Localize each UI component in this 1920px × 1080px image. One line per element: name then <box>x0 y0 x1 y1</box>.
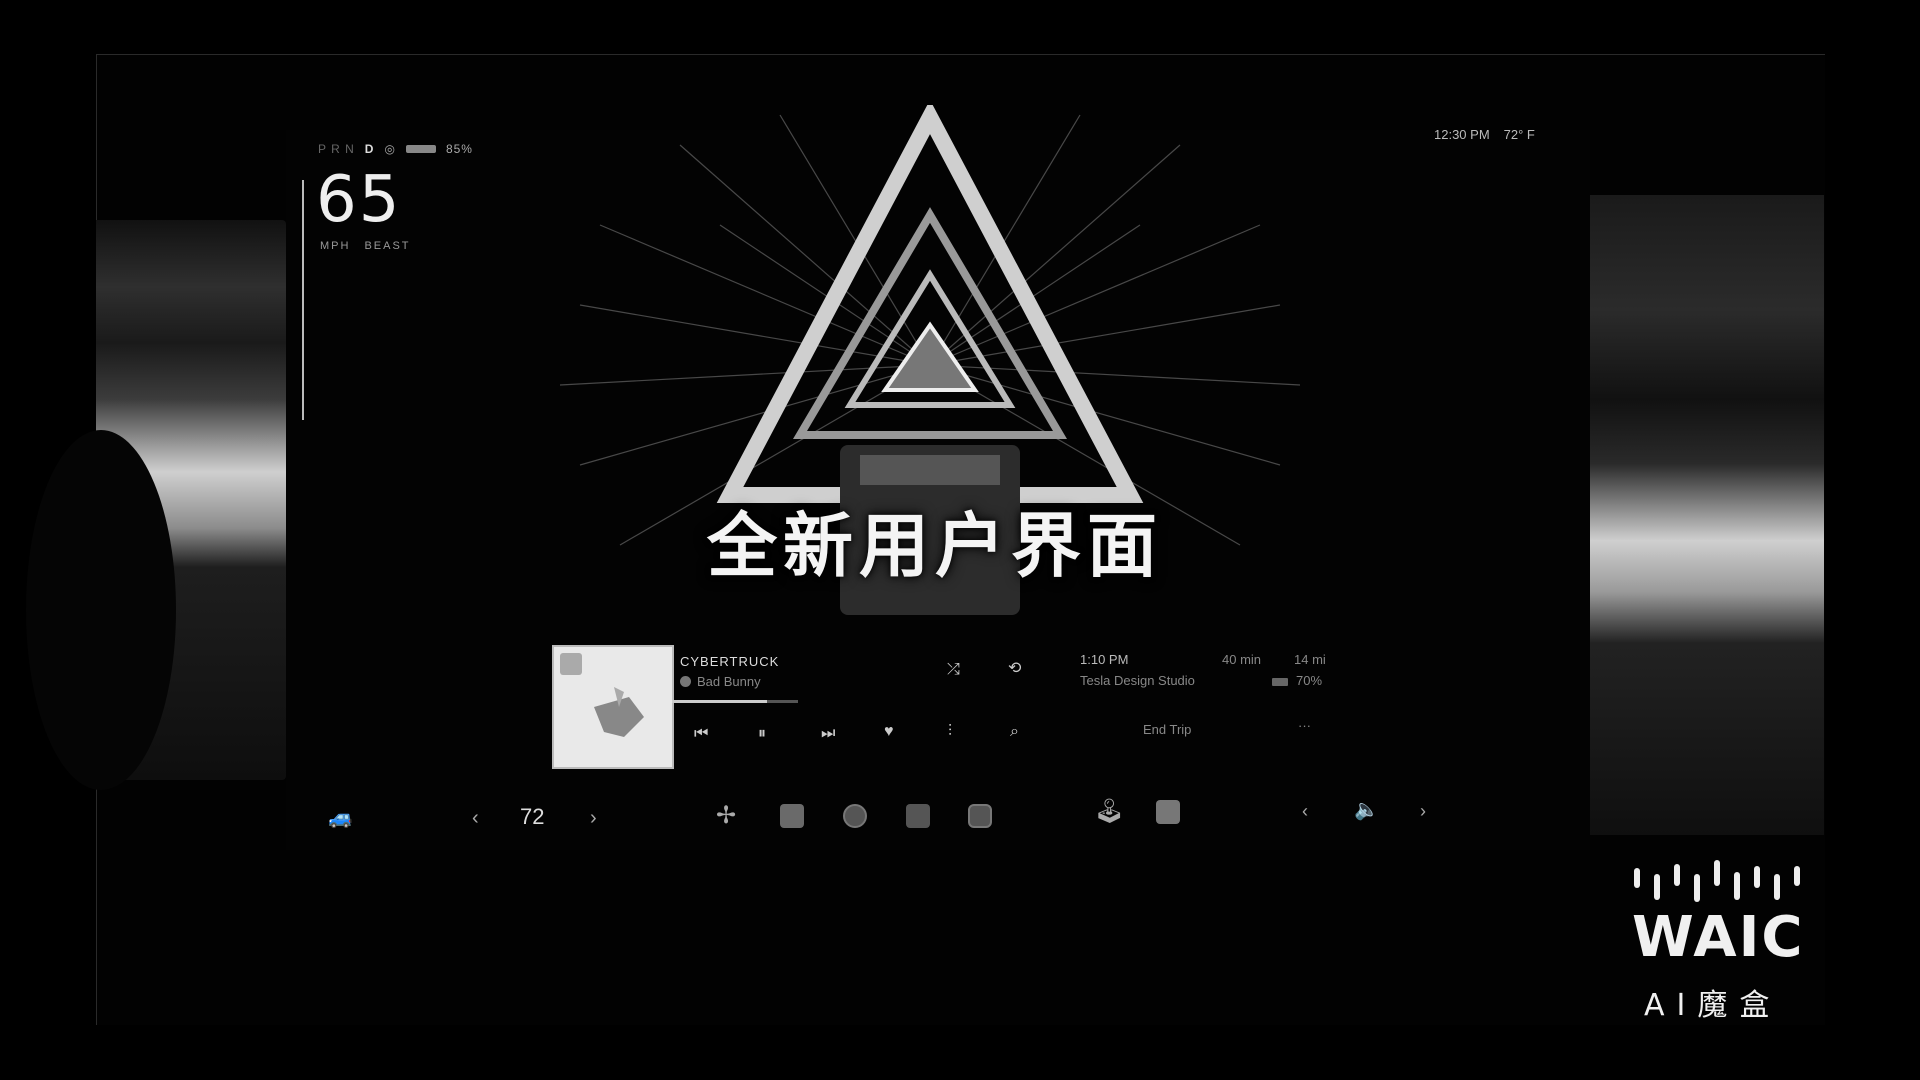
arrival-time: 1:10 PM <box>1080 652 1129 667</box>
speed-unit: MPH <box>320 240 351 252</box>
waic-logo-subtitle: AI魔盒 <box>1644 988 1782 1023</box>
album-art[interactable] <box>552 645 674 769</box>
favorite-heart-icon[interactable]: ♥ <box>884 724 894 740</box>
explicit-badge <box>560 653 582 675</box>
equalizer-icon[interactable]: ⫶ <box>948 724 952 740</box>
media-app-icon[interactable] <box>968 804 992 828</box>
end-trip-button[interactable]: End Trip <box>1143 722 1191 737</box>
battery-icon <box>405 145 436 153</box>
drive-status: P R N D ◎ 85% <box>318 142 473 156</box>
headline-caption: 全新用户界面 <box>707 505 1163 587</box>
repeat-icon[interactable]: ⟲ <box>1008 661 1021 677</box>
speed-readout: 65 <box>316 163 402 237</box>
speed-caption: MPH BEAST <box>320 240 411 252</box>
speed-gauge-line <box>302 180 304 420</box>
artist-name: Bad Bunny <box>697 674 761 689</box>
vehicle-photo-left <box>26 220 286 790</box>
outside-temp: 72° F <box>1503 127 1535 142</box>
trip-destination: Tesla Design Studio <box>1080 673 1195 688</box>
temp-decrease-button[interactable]: ‹ <box>472 808 479 828</box>
vehicle-photo-right <box>1590 195 1824 835</box>
joystick-icon[interactable]: 🕹 <box>1094 800 1124 824</box>
clock: 12:30 PM <box>1434 127 1490 142</box>
inner-triangle-3 <box>881 321 979 392</box>
car-icon[interactable]: 🚙 <box>328 808 353 828</box>
track-progress-bar[interactable] <box>672 700 798 703</box>
battery-mini-icon <box>1272 677 1288 686</box>
camera-app-icon[interactable] <box>843 804 867 828</box>
track-progress-fill <box>672 700 767 703</box>
clock-weather: 12:30 PM 72° F <box>1434 127 1535 142</box>
app-launcher-icon[interactable] <box>906 804 930 828</box>
waic-logo-text: WAIC <box>1632 905 1805 970</box>
temp-increase-button[interactable]: › <box>590 808 597 828</box>
artist-avatar-icon <box>680 676 691 687</box>
shuffle-icon[interactable]: ⤮ <box>947 662 960 678</box>
fan-icon[interactable]: ✢ <box>716 804 736 828</box>
gear-indicator: D <box>364 142 375 156</box>
arrival-battery: 70% <box>1272 673 1322 688</box>
music-app-icon[interactable] <box>780 804 804 828</box>
track-artist: Bad Bunny <box>680 674 761 689</box>
trip-more-button[interactable]: ··· <box>1298 718 1311 733</box>
arrival-battery-value: 70% <box>1296 673 1323 688</box>
drive-mode: BEAST <box>364 240 411 252</box>
volume-icon[interactable]: 🔈 <box>1354 800 1379 820</box>
cabin-temperature: 72 <box>520 804 545 829</box>
trip-distance: 14 mi <box>1294 652 1326 667</box>
pause-icon[interactable]: ⏸ <box>758 726 766 742</box>
trip-duration: 40 min <box>1222 652 1262 667</box>
notification-app-icon[interactable] <box>1156 800 1180 824</box>
track-title: CYBERTRUCK <box>680 654 780 669</box>
battery-percent: 85% <box>445 142 473 156</box>
headlight-icon: ◎ <box>384 142 396 156</box>
volume-down-button[interactable]: ‹ <box>1302 802 1308 820</box>
volume-up-button[interactable]: › <box>1420 802 1426 820</box>
previous-track-icon[interactable]: ⏮ <box>694 726 708 742</box>
search-icon[interactable]: ⌕ <box>1010 724 1019 740</box>
next-track-icon[interactable]: ⏭ <box>821 726 835 742</box>
prnd-indicator: P R N <box>318 142 355 156</box>
